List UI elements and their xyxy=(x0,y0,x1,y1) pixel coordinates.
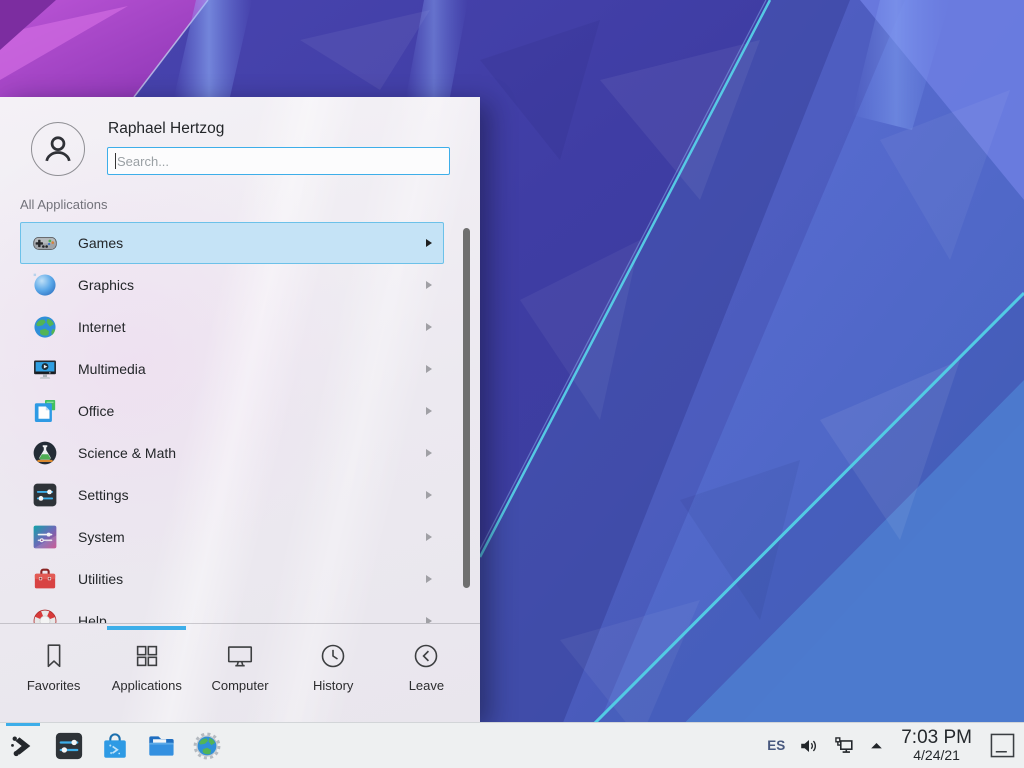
category-label: Multimedia xyxy=(78,361,146,377)
category-row-science-math[interactable]: Science & Math xyxy=(20,432,444,474)
digital-clock[interactable]: 7:03 PM 4/24/21 xyxy=(901,728,972,764)
category-row-help[interactable]: Help xyxy=(20,600,444,623)
launcher-tab-bar: Favorites Applications Computer History Leav… xyxy=(0,623,480,722)
section-label: All Applications xyxy=(20,197,107,212)
category-label: Science & Math xyxy=(78,445,176,461)
system-category-icon xyxy=(32,524,58,550)
computer-monitor-icon xyxy=(225,641,255,671)
category-row-graphics[interactable]: Graphics xyxy=(20,264,444,306)
category-label: Help xyxy=(78,613,107,623)
submenu-arrow-icon xyxy=(426,407,432,415)
tab-label: History xyxy=(313,678,353,693)
graphics-category-icon xyxy=(32,272,58,298)
office-category-icon xyxy=(32,398,58,424)
category-row-multimedia[interactable]: Multimedia xyxy=(20,348,444,390)
submenu-arrow-icon xyxy=(426,281,432,289)
user-name: Raphael Hertzog xyxy=(108,120,224,138)
person-icon xyxy=(39,130,77,168)
tab-label: Applications xyxy=(112,678,182,693)
user-avatar xyxy=(31,122,85,176)
utilities-category-icon xyxy=(32,566,58,592)
category-row-system[interactable]: System xyxy=(20,516,444,558)
tab-label: Favorites xyxy=(27,678,80,693)
search-input[interactable] xyxy=(107,147,450,175)
multimedia-category-icon xyxy=(32,356,58,382)
text-cursor xyxy=(115,153,116,169)
category-label: System xyxy=(78,529,125,545)
internet-category-icon xyxy=(32,314,58,340)
launcher-application-launcher[interactable] xyxy=(8,731,38,761)
folder-icon xyxy=(146,731,176,761)
category-label: Settings xyxy=(78,487,129,503)
category-list: Games Graphics Internet Multimedia Office Sci… xyxy=(0,222,480,623)
search-input-field[interactable] xyxy=(108,148,449,174)
taskbar-panel: ES 7:03 PM 4/24/21 xyxy=(0,722,1024,768)
submenu-arrow-icon xyxy=(426,239,432,247)
games-category-icon xyxy=(32,230,58,256)
show-desktop-button[interactable] xyxy=(990,733,1015,758)
launcher-discover[interactable] xyxy=(100,731,130,761)
globe-gear-icon xyxy=(192,731,222,761)
category-row-utilities[interactable]: Utilities xyxy=(20,558,444,600)
taskbar-launchers xyxy=(0,723,222,768)
history-clock-icon xyxy=(318,641,348,671)
tab-computer[interactable]: Computer xyxy=(193,624,286,722)
kde-launcher-icon xyxy=(8,731,38,761)
category-row-internet[interactable]: Internet xyxy=(20,306,444,348)
help-category-icon xyxy=(32,608,58,623)
science-category-icon xyxy=(32,440,58,466)
clock-date: 4/24/21 xyxy=(901,748,972,763)
desktop: Raphael Hertzog All Applications Games Gr… xyxy=(0,0,1024,768)
volume-icon[interactable] xyxy=(798,735,820,757)
category-label: Utilities xyxy=(78,571,123,587)
category-label: Office xyxy=(78,403,114,419)
favorites-bookmark-icon xyxy=(39,641,69,671)
system-tray: ES 7:03 PM 4/24/21 xyxy=(767,723,1024,768)
category-label: Graphics xyxy=(78,277,134,293)
submenu-arrow-icon xyxy=(426,365,432,373)
launcher-system-settings[interactable] xyxy=(54,731,84,761)
launcher-web-browser[interactable] xyxy=(192,731,222,761)
clock-time: 7:03 PM xyxy=(901,728,972,749)
application-launcher-menu: Raphael Hertzog All Applications Games Gr… xyxy=(0,97,480,722)
category-row-games[interactable]: Games xyxy=(20,222,444,264)
tab-label: Leave xyxy=(409,678,444,693)
tab-favorites[interactable]: Favorites xyxy=(7,624,100,722)
category-label: Internet xyxy=(78,319,125,335)
tab-history[interactable]: History xyxy=(287,624,380,722)
launcher-file-manager[interactable] xyxy=(146,731,176,761)
submenu-arrow-icon xyxy=(426,533,432,541)
discover-bag-icon xyxy=(100,731,130,761)
submenu-arrow-icon xyxy=(426,323,432,331)
settings-category-icon xyxy=(32,482,58,508)
tab-label: Computer xyxy=(211,678,268,693)
submenu-arrow-icon xyxy=(426,449,432,457)
category-label: Games xyxy=(78,235,123,251)
tray-expander-icon[interactable] xyxy=(868,737,885,754)
network-icon[interactable] xyxy=(833,735,855,757)
category-row-settings[interactable]: Settings xyxy=(20,474,444,516)
tab-applications[interactable]: Applications xyxy=(100,624,193,722)
leave-back-icon xyxy=(411,641,441,671)
keyboard-layout-indicator[interactable]: ES xyxy=(767,738,785,753)
applications-grid-icon xyxy=(132,641,162,671)
submenu-arrow-icon xyxy=(426,491,432,499)
system-settings-icon xyxy=(54,731,84,761)
category-row-office[interactable]: Office xyxy=(20,390,444,432)
list-scrollbar[interactable] xyxy=(463,228,470,588)
submenu-arrow-icon xyxy=(426,575,432,583)
tab-leave[interactable]: Leave xyxy=(380,624,473,722)
